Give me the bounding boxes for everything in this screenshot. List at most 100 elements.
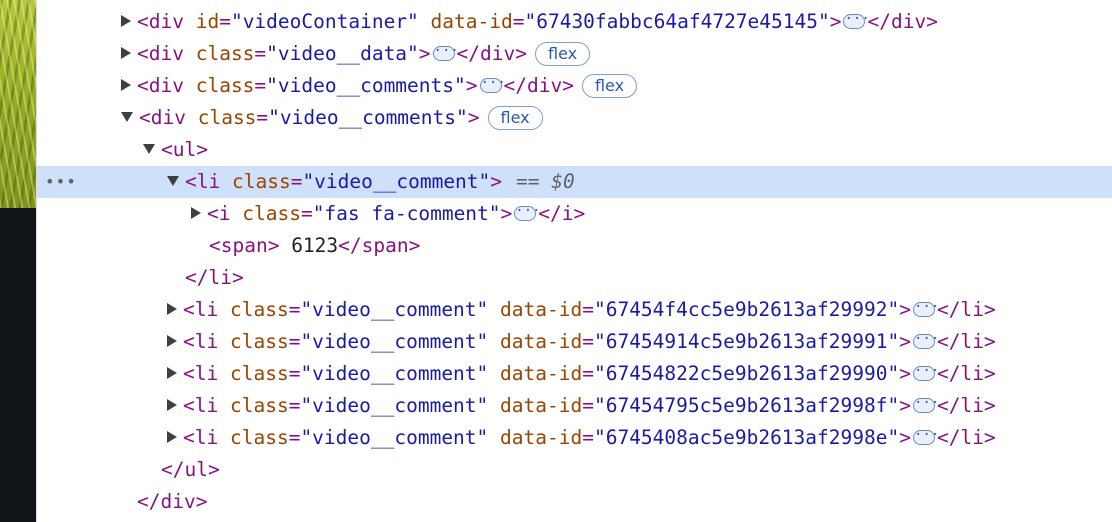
closing-tag: </div> (503, 74, 574, 97)
attribute-name[interactable]: class (230, 426, 289, 449)
collapsed-content-ellipsis-icon[interactable]: ··· (912, 332, 939, 349)
collapsed-content-ellipsis-icon[interactable]: ··· (479, 76, 506, 93)
attribute-name[interactable]: class (230, 394, 289, 417)
flex-badge[interactable]: flex (581, 73, 638, 98)
tree-node-selected[interactable]: ••• <li class="video__comment"> == $0 (37, 166, 1112, 198)
closing-tag: </div> (137, 490, 208, 513)
expand-arrow-right-icon[interactable] (167, 430, 177, 443)
expand-arrow-right-icon[interactable] (167, 398, 177, 411)
attribute-name[interactable]: class (232, 170, 291, 193)
expand-arrow-right-icon[interactable] (121, 46, 131, 59)
tree-node[interactable]: <div class="video__comments"> ···</div> fl… (37, 70, 1112, 102)
attribute-name[interactable]: data-id (500, 362, 582, 385)
collapsed-content-ellipsis-icon[interactable]: ··· (912, 428, 939, 445)
expand-arrow-right-icon[interactable] (121, 14, 131, 27)
attribute-value[interactable]: "67454795c5e9b2613af2998f" (594, 394, 899, 417)
expand-arrow-right-icon[interactable] (121, 78, 131, 91)
tree-node[interactable]: <li class="video__comment" data-id="6745… (37, 326, 1112, 358)
attribute-value[interactable]: "video__comment" (300, 330, 488, 353)
node-markup: <ul> (143, 134, 208, 166)
expand-arrow-down-icon[interactable] (121, 111, 133, 122)
attribute-name[interactable]: data-id (500, 394, 582, 417)
tree-node[interactable]: <div id="videoContainer" data-id="67430f… (37, 6, 1112, 38)
node-markup: <span> 6123</span> (209, 230, 420, 262)
attribute-name[interactable]: data-id (500, 330, 582, 353)
expand-arrow-right-icon[interactable] (167, 366, 177, 379)
node-markup: <li class="video__comment" data-id="6745… (167, 422, 996, 454)
text-node[interactable]: 6123 (279, 234, 338, 257)
closing-tag: </div> (456, 42, 527, 65)
collapsed-content-ellipsis-icon[interactable]: ··· (432, 44, 459, 61)
closing-tag: </i> (538, 202, 586, 225)
closing-tag: </li> (936, 330, 996, 353)
collapsed-content-ellipsis-icon[interactable]: ··· (514, 204, 541, 221)
attribute-value[interactable]: "67454822c5e9b2613af29990" (594, 362, 899, 385)
expand-arrow-right-icon[interactable] (167, 334, 177, 347)
attribute-name[interactable]: data-id (500, 298, 582, 321)
expand-arrow-right-icon[interactable] (167, 302, 177, 315)
tree-node[interactable]: </ul> (37, 454, 1112, 486)
attribute-value[interactable]: "video__comment" (302, 170, 490, 193)
tree-node[interactable]: </li> (37, 262, 1112, 294)
tag-name: <div (137, 74, 184, 97)
attribute-name[interactable]: class (198, 106, 257, 129)
attribute-value[interactable]: "video__comments" (266, 74, 466, 97)
attribute-value[interactable]: "video__data" (266, 42, 419, 65)
attribute-value[interactable]: "67454914c5e9b2613af29991" (594, 330, 899, 353)
attribute-value[interactable]: "video__comment" (300, 394, 488, 417)
tree-node[interactable]: <li class="video__comment" data-id="6745… (37, 294, 1112, 326)
expand-arrow-down-icon[interactable] (167, 175, 179, 186)
attribute-value[interactable]: "videoContainer" (231, 10, 419, 33)
tag-name: <li (185, 170, 221, 193)
tree-node[interactable]: <i class="fas fa-comment"> ···</i> (37, 198, 1112, 230)
attribute-name[interactable]: data-id (500, 426, 582, 449)
tag-name: <li (183, 362, 219, 385)
tree-node[interactable]: <div class="video__comments"> flex (37, 102, 1112, 134)
expand-arrow-down-icon[interactable] (143, 143, 155, 154)
attribute-name[interactable]: class (230, 362, 289, 385)
attribute-name[interactable]: id (196, 10, 219, 33)
tag-name: <li (183, 394, 219, 417)
tag-name: <span (209, 234, 268, 257)
tag-close-bracket: > (899, 330, 911, 353)
attribute-value[interactable]: "67430fabbc64af4727e45145" (524, 10, 829, 33)
tag-close-bracket: > (899, 426, 911, 449)
node-markup: <i class="fas fa-comment"> ···</i> (191, 198, 585, 230)
video-thumbnail-image (0, 0, 36, 208)
attribute-value[interactable]: "67454f4cc5e9b2613af29992" (594, 298, 899, 321)
attribute-name[interactable]: class (242, 202, 301, 225)
collapsed-content-ellipsis-icon[interactable]: ··· (843, 12, 870, 29)
flex-badge[interactable]: flex (487, 105, 543, 130)
attribute-name[interactable]: class (196, 42, 255, 65)
tree-node[interactable]: <ul> (37, 134, 1112, 166)
attribute-name[interactable]: data-id (431, 10, 513, 33)
attribute-value[interactable]: "video__comment" (300, 426, 488, 449)
collapsed-content-ellipsis-icon[interactable]: ··· (912, 364, 939, 381)
tree-node[interactable]: <li class="video__comment" data-id="6745… (37, 390, 1112, 422)
collapsed-content-ellipsis-icon[interactable]: ··· (912, 396, 939, 413)
tree-node[interactable]: </div> (37, 486, 1112, 518)
closing-tag: </li> (936, 394, 996, 417)
attribute-value[interactable]: "video__comment" (300, 298, 488, 321)
tree-node[interactable]: <li class="video__comment" data-id="6745… (37, 422, 1112, 454)
node-actions-icon[interactable]: ••• (45, 166, 77, 198)
closing-tag: </li> (936, 298, 996, 321)
node-markup: <div id="videoContainer" data-id="67430f… (121, 6, 938, 38)
tree-node[interactable]: <li class="video__comment" data-id="6745… (37, 358, 1112, 390)
tree-node[interactable]: <div class="video__data"> ···</div> flex (37, 38, 1112, 70)
attribute-name[interactable]: class (230, 330, 289, 353)
expand-arrow-right-icon[interactable] (191, 206, 201, 219)
attribute-name[interactable]: class (230, 298, 289, 321)
flex-badge[interactable]: flex (535, 41, 591, 66)
tag-close-bracket: > (899, 362, 911, 385)
tree-node[interactable]: <span> 6123</span> (37, 230, 1112, 262)
attribute-value[interactable]: "6745408ac5e9b2613af2998e" (594, 426, 899, 449)
node-markup: <div class="video__comments"> ···</div> fl… (121, 70, 638, 102)
node-markup: </ul> (161, 454, 220, 486)
attribute-value[interactable]: "fas fa-comment" (313, 202, 501, 225)
attribute-value[interactable]: "video__comment" (300, 362, 488, 385)
tag-close-bracket: > (490, 170, 503, 193)
attribute-value[interactable]: "video__comments" (268, 106, 468, 129)
attribute-name[interactable]: class (196, 74, 255, 97)
collapsed-content-ellipsis-icon[interactable]: ··· (912, 300, 939, 317)
